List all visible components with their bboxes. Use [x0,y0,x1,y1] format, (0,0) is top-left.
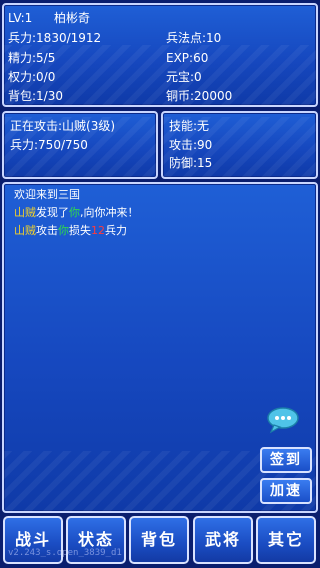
chat-bubble-icon[interactable] [266,406,300,434]
player-name: 柏彬奇 [54,11,91,25]
tab-generals[interactable]: 武将 [193,516,253,564]
log-enemy-name: 山贼 [14,224,36,237]
log-text: ,向你冲来！ [80,206,139,219]
combat-stats-panel: 技能:无 攻击:90 防御:15 [161,111,318,179]
player-bag: 背包:1/30 [8,89,63,103]
log-welcome-text: 欢迎来到三国 [14,188,80,201]
bottom-tab-bar: 战斗 状态 背包 武将 其它 [0,513,320,568]
player-energy: 精力:5/5 [8,51,56,65]
player-level: LV:1 [8,11,33,25]
player-status-panel: LV:1 柏彬奇 兵力:1830/1912 精力:5/5 权力:0/0 背包:1… [2,3,318,107]
player-exp: EXP:60 [166,51,209,65]
defense-value: 防御:15 [169,156,213,170]
player-tactic-points: 兵法点:10 [166,31,222,45]
attack-target: 正在攻击:山贼(3级) [10,119,116,133]
player-troops: 兵力:1830/1912 [8,31,102,45]
log-text: 发现了 [36,206,69,219]
speed-up-button[interactable]: 加速 [260,478,312,504]
log-enemy-name: 山贼 [14,206,36,219]
player-ingots: 元宝:0 [166,70,202,84]
log-text: 损失 [69,224,91,237]
log-line: 山贼攻击你损失12兵力 [14,224,127,237]
log-text: 兵力 [105,224,127,237]
log-player-ref: 你 [58,224,69,237]
player-power: 权力:0/0 [8,70,56,84]
tab-other[interactable]: 其它 [256,516,316,564]
version-label: v2.243_s.open_3839_d1 [8,548,122,558]
log-text: 攻击 [36,224,58,237]
checkin-button[interactable]: 签到 [260,447,312,473]
player-copper: 铜币:20000 [166,89,233,103]
log-line: 欢迎来到三国 [14,188,80,201]
battle-target-panel: 正在攻击:山贼(3级) 兵力:750/750 [2,111,158,179]
log-line: 山贼发现了你,向你冲来！ [14,206,139,219]
log-damage-amount: 12 [91,224,105,237]
attack-value: 攻击:90 [169,138,213,152]
tab-bag[interactable]: 背包 [129,516,189,564]
skill-value: 技能:无 [169,119,210,133]
enemy-troops: 兵力:750/750 [10,138,88,152]
log-player-ref: 你 [69,206,80,219]
